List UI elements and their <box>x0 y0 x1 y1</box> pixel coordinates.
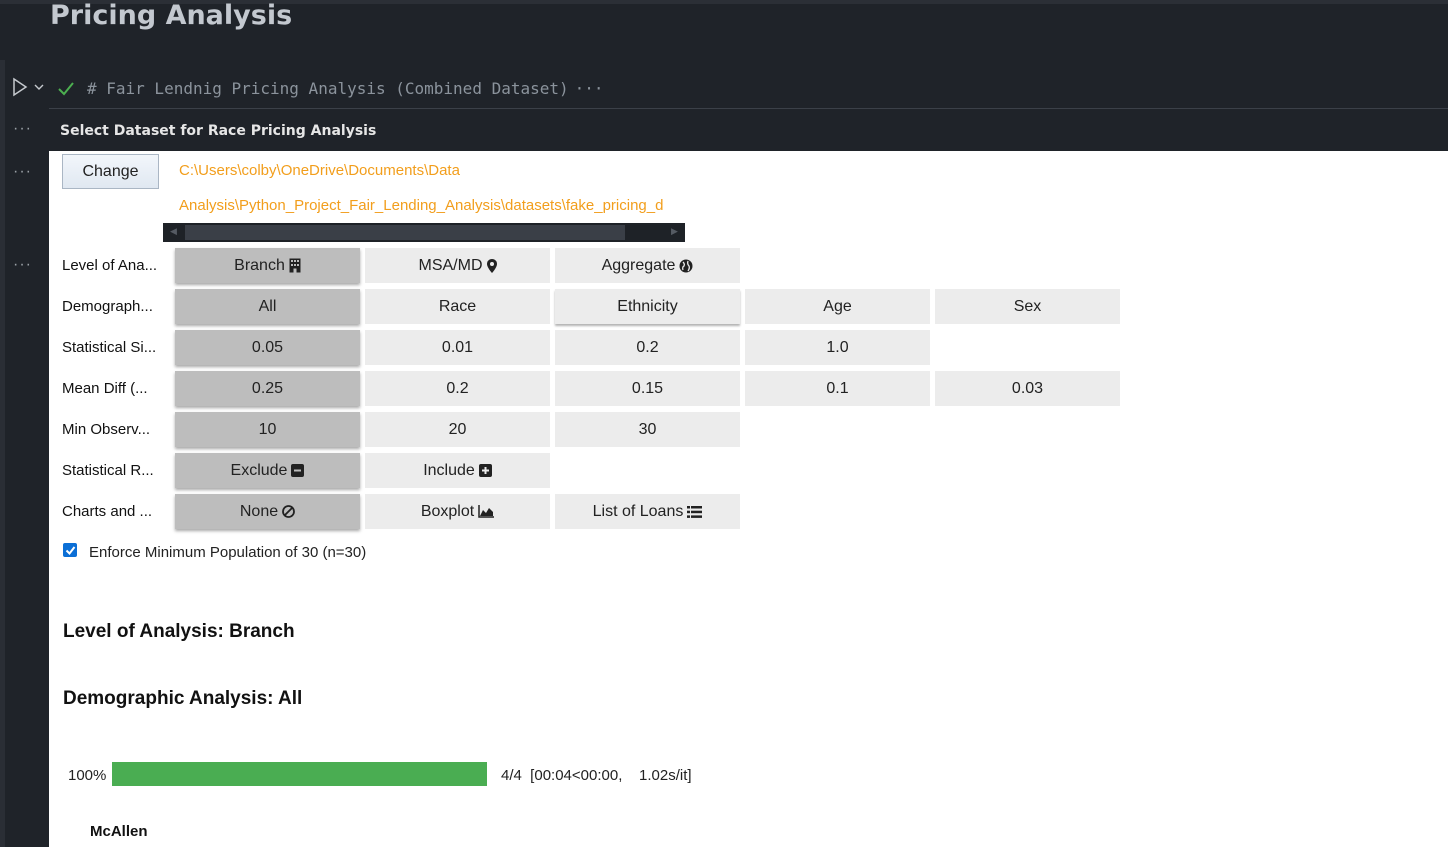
scrollbar-thumb[interactable] <box>185 225 625 240</box>
page-title: Pricing Analysis <box>50 0 293 31</box>
map-marker-icon <box>486 258 497 273</box>
toggle-min-10[interactable]: 10 <box>175 412 360 447</box>
toggle-ethnicity[interactable]: Ethnicity <box>555 289 740 324</box>
statistical-r-label: Statistical R... <box>62 462 154 479</box>
toggle-min-20[interactable]: 20 <box>365 412 550 447</box>
toggle-race[interactable]: Race <box>365 289 550 324</box>
toggle-label: None <box>239 502 279 520</box>
toggle-diff-0-1[interactable]: 0.1 <box>745 371 930 406</box>
chevron-down-icon[interactable] <box>32 80 46 94</box>
toggle-age[interactable]: Age <box>745 289 930 324</box>
progress-bar-fill <box>112 762 487 786</box>
toggle-list-of-loans[interactable]: List of Loans <box>555 494 740 529</box>
widget-panel: Change C:\Users\colby\OneDrive\Documents… <box>49 151 1448 847</box>
toggle-diff-0-03[interactable]: 0.03 <box>935 371 1120 406</box>
toggle-sig-0-05[interactable]: 0.05 <box>175 330 360 365</box>
run-cell-icon[interactable] <box>10 77 30 97</box>
left-gutter <box>0 60 5 847</box>
progress-bar <box>112 762 487 786</box>
toggle-label: Boxplot <box>420 502 475 520</box>
code-cell-preview[interactable]: # Fair Lendnig Pricing Analysis (Combine… <box>87 79 604 98</box>
toggle-none[interactable]: None <box>175 494 360 529</box>
cell-menu-icon[interactable]: ··· <box>13 120 32 138</box>
demographic-heading: Demographic Analysis: All <box>63 688 303 709</box>
cell-menu-icon[interactable]: ··· <box>13 256 32 274</box>
cell-menu-icon[interactable]: ··· <box>13 163 32 181</box>
plus-square-icon <box>478 464 492 477</box>
enforce-minimum-checkbox[interactable] <box>63 543 77 557</box>
toggle-label: List of Loans <box>592 502 684 520</box>
toggle-label: MSA/MD <box>418 256 483 274</box>
group-label: McAllen <box>90 823 148 840</box>
list-icon <box>687 505 703 518</box>
toggle-diff-0-2[interactable]: 0.2 <box>365 371 550 406</box>
toggle-sig-0-2[interactable]: 0.2 <box>555 330 740 365</box>
toggle-label: Aggregate <box>601 256 676 274</box>
progress-percent: 100% <box>68 767 107 784</box>
toggle-sex[interactable]: Sex <box>935 289 1120 324</box>
checkmark-icon <box>65 545 75 555</box>
area-chart-icon <box>478 505 495 518</box>
toggle-msa-md[interactable]: MSA/MD <box>365 248 550 283</box>
toggle-label: Include <box>423 461 475 479</box>
toggle-include[interactable]: Include <box>365 453 550 488</box>
toggle-exclude[interactable]: Exclude <box>175 453 360 488</box>
toggle-label: Branch <box>234 256 285 274</box>
horizontal-scrollbar[interactable]: ◀ ▶ <box>163 223 685 242</box>
toggle-aggregate[interactable]: Aggregate <box>555 248 740 283</box>
enforce-minimum-label: Enforce Minimum Population of 30 (n=30) <box>89 544 367 561</box>
output-header-title: Select Dataset for Race Pricing Analysis <box>60 123 377 139</box>
building-icon <box>289 258 301 273</box>
level-of-analysis-label: Level of Ana... <box>62 257 158 274</box>
toggle-diff-0-15[interactable]: 0.15 <box>555 371 740 406</box>
file-path-line-2: Analysis\Python_Project_Fair_Lending_Ana… <box>179 197 664 214</box>
toggle-label: Exclude <box>230 461 288 479</box>
output-header: Select Dataset for Race Pricing Analysis <box>49 112 1448 151</box>
scroll-left-icon[interactable]: ◀ <box>170 226 177 237</box>
minus-square-icon <box>291 464 305 477</box>
check-icon <box>58 82 74 96</box>
progress-stats: 4/4 [00:04<00:00, 1.02s/it] <box>501 767 692 784</box>
level-heading: Level of Analysis: Branch <box>63 621 295 642</box>
charts-label: Charts and ... <box>62 503 153 520</box>
mean-diff-label: Mean Diff (... <box>62 380 148 397</box>
min-observations-label: Min Observ... <box>62 421 151 438</box>
ban-icon <box>282 505 296 518</box>
code-text: # Fair Lendnig Pricing Analysis (Combine… <box>87 79 569 98</box>
toggle-min-30[interactable]: 30 <box>555 412 740 447</box>
toggle-branch[interactable]: Branch <box>175 248 360 283</box>
globe-icon <box>679 259 693 272</box>
toggle-boxplot[interactable]: Boxplot <box>365 494 550 529</box>
cell-separator <box>49 108 1448 109</box>
toggle-sig-1-0[interactable]: 1.0 <box>745 330 930 365</box>
file-path-line-1: C:\Users\colby\OneDrive\Documents\Data <box>179 162 460 179</box>
demographic-label: Demograph... <box>62 298 153 315</box>
toggle-sig-0-01[interactable]: 0.01 <box>365 330 550 365</box>
scroll-right-icon[interactable]: ▶ <box>671 226 678 237</box>
toggle-all[interactable]: All <box>175 289 360 324</box>
toggle-diff-0-25[interactable]: 0.25 <box>175 371 360 406</box>
statistical-significance-label: Statistical Si... <box>62 339 157 356</box>
change-button[interactable]: Change <box>62 154 159 189</box>
more-icon[interactable]: ··· <box>575 79 604 98</box>
